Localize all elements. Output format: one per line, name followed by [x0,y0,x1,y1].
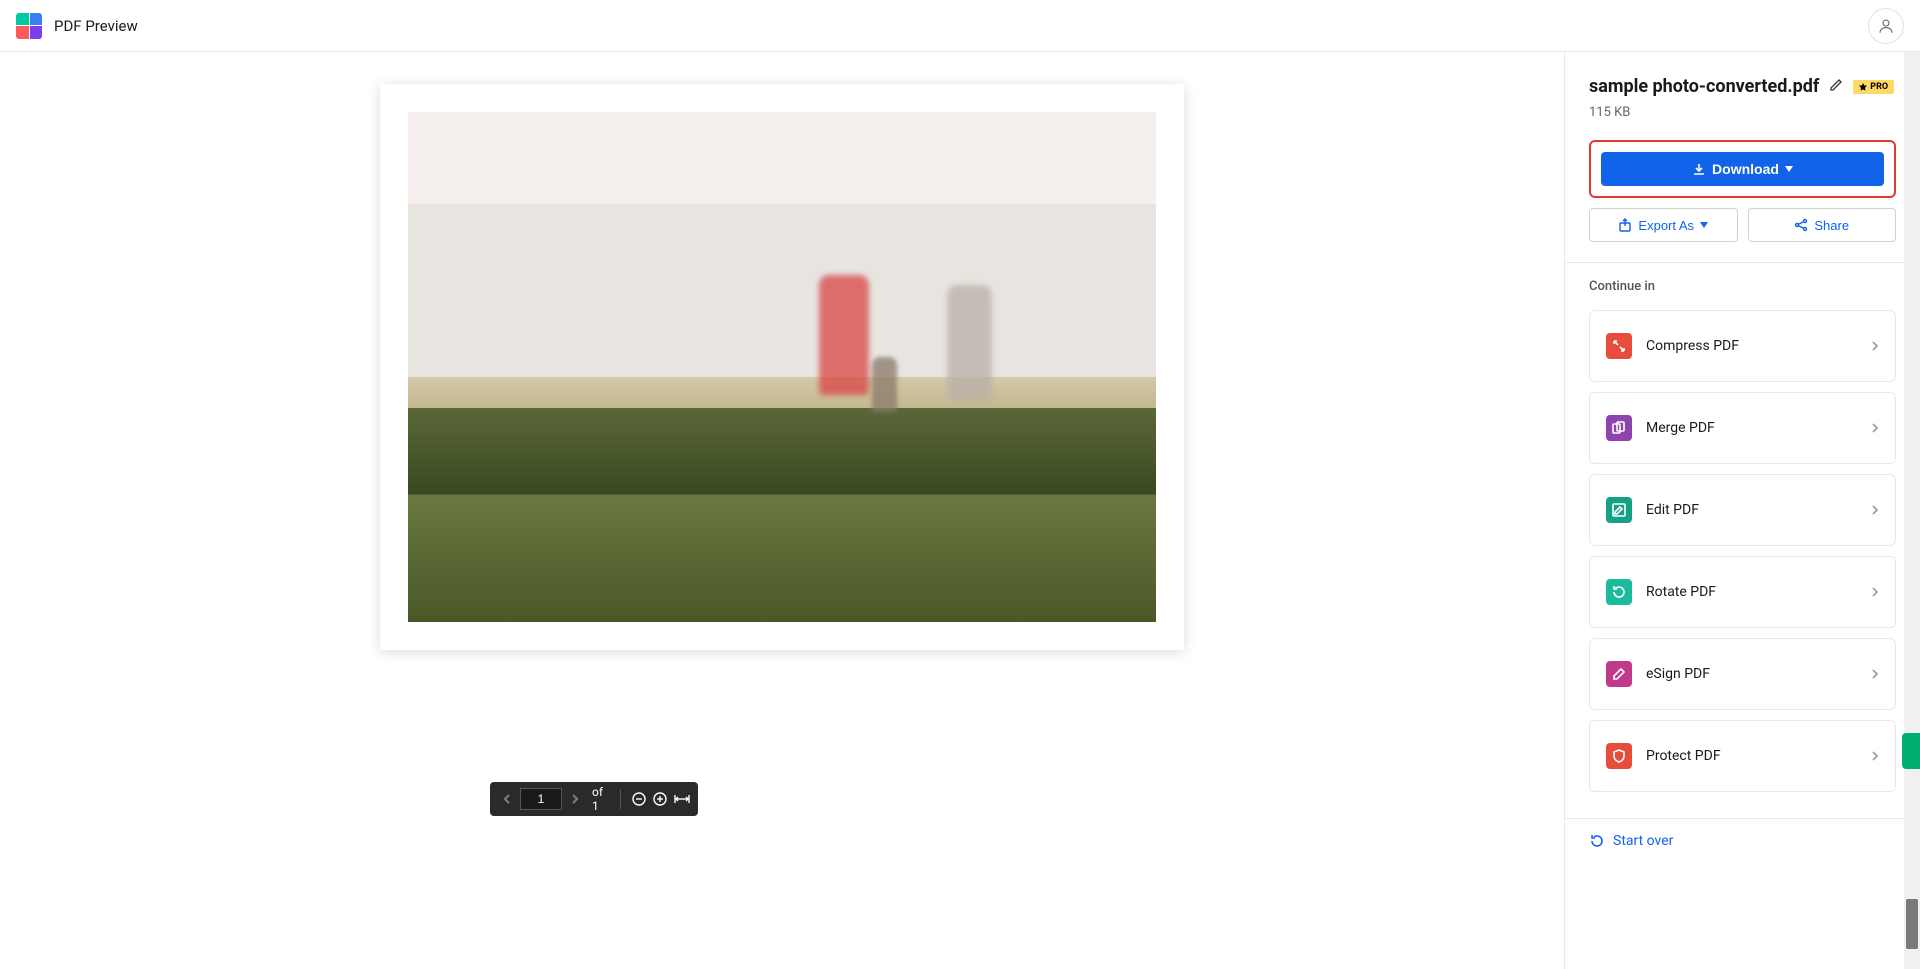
tools-list: Compress PDF Merge PDF Edit PDF Rotate P… [1589,310,1896,792]
app-header: PDF Preview [0,0,1920,52]
tool-item-edit[interactable]: Edit PDF [1589,474,1896,546]
chevron-right-icon [1871,665,1879,684]
tool-item-rotate[interactable]: Rotate PDF [1589,556,1896,628]
tool-item-esign[interactable]: eSign PDF [1589,638,1896,710]
edit-icon [1606,497,1632,523]
caret-down-icon [1700,222,1708,228]
page-total-label: of 1 [592,785,610,813]
caret-down-icon [1785,166,1793,172]
app-logo[interactable] [16,13,42,39]
restart-icon [1589,833,1605,849]
zoom-out-icon [632,792,646,806]
pro-badge-label: PRO [1870,82,1888,92]
tool-label: Compress PDF [1646,338,1871,354]
zoom-in-icon [653,792,667,806]
tool-item-protect[interactable]: Protect PDF [1589,720,1896,792]
export-as-button[interactable]: Export As [1589,208,1738,242]
download-button[interactable]: Download [1601,152,1884,186]
chevron-right-icon [1871,337,1879,356]
action-buttons: Download Export As Share [1565,140,1920,262]
user-icon [1877,17,1895,35]
filename-row: sample photo-converted.pdf PRO [1589,76,1896,97]
right-panel: sample photo-converted.pdf PRO 115 KB Do… [1564,52,1920,969]
download-label: Download [1712,161,1779,177]
continue-heading: Continue in [1589,279,1896,294]
scrollbar-thumb[interactable] [1906,899,1918,949]
main-content: of 1 sample photo-converted.pdf [0,52,1920,969]
pro-badge: PRO [1853,80,1894,94]
file-info-section: sample photo-converted.pdf PRO 115 KB [1565,52,1920,140]
tool-label: Rotate PDF [1646,584,1871,600]
esign-icon [1606,661,1632,687]
pencil-icon [1829,78,1843,92]
continue-section: Continue in Compress PDF Merge PDF Edit … [1565,263,1920,818]
chevron-right-icon [1871,583,1879,602]
page-number-input[interactable] [520,788,562,810]
merge-icon [1606,415,1632,441]
help-tab[interactable] [1902,733,1920,769]
chevron-left-icon [502,793,512,805]
zoom-out-button[interactable] [631,790,647,808]
page-toolbar: of 1 [490,782,698,816]
filename: sample photo-converted.pdf [1589,76,1819,97]
download-icon [1692,162,1706,176]
pdf-page-image [408,112,1156,622]
scrollbar-track[interactable] [1904,52,1920,969]
protect-icon [1606,743,1632,769]
fit-width-icon [674,793,690,805]
chevron-right-icon [570,793,580,805]
zoom-in-button[interactable] [652,790,668,808]
share-label: Share [1814,218,1849,233]
export-as-label: Export As [1638,218,1694,233]
file-size: 115 KB [1589,105,1896,120]
share-icon [1794,218,1808,232]
chevron-right-icon [1871,501,1879,520]
fit-width-button[interactable] [674,790,690,808]
chevron-right-icon [1871,419,1879,438]
tool-label: Merge PDF [1646,420,1871,436]
tool-label: Edit PDF [1646,502,1871,518]
tool-item-merge[interactable]: Merge PDF [1589,392,1896,464]
prev-page-button[interactable] [498,788,516,810]
rotate-icon [1606,579,1632,605]
start-over-label: Start over [1613,833,1673,849]
secondary-button-row: Export As Share [1589,208,1896,242]
page-title: PDF Preview [54,17,138,35]
download-highlight: Download [1589,140,1896,198]
tool-label: Protect PDF [1646,748,1871,764]
pdf-preview-area: of 1 [0,52,1564,969]
start-over-button[interactable]: Start over [1565,818,1920,863]
star-icon [1859,83,1867,91]
tool-item-compress[interactable]: Compress PDF [1589,310,1896,382]
next-page-button[interactable] [566,788,584,810]
pdf-page[interactable] [380,84,1184,650]
compress-icon [1606,333,1632,359]
share-button[interactable]: Share [1748,208,1897,242]
user-avatar[interactable] [1868,8,1904,44]
chevron-right-icon [1871,747,1879,766]
edit-filename-button[interactable] [1829,77,1843,96]
page-navigation [498,788,584,810]
tool-label: eSign PDF [1646,666,1871,682]
header-left: PDF Preview [16,13,138,39]
toolbar-divider [620,789,621,809]
export-icon [1618,218,1632,232]
